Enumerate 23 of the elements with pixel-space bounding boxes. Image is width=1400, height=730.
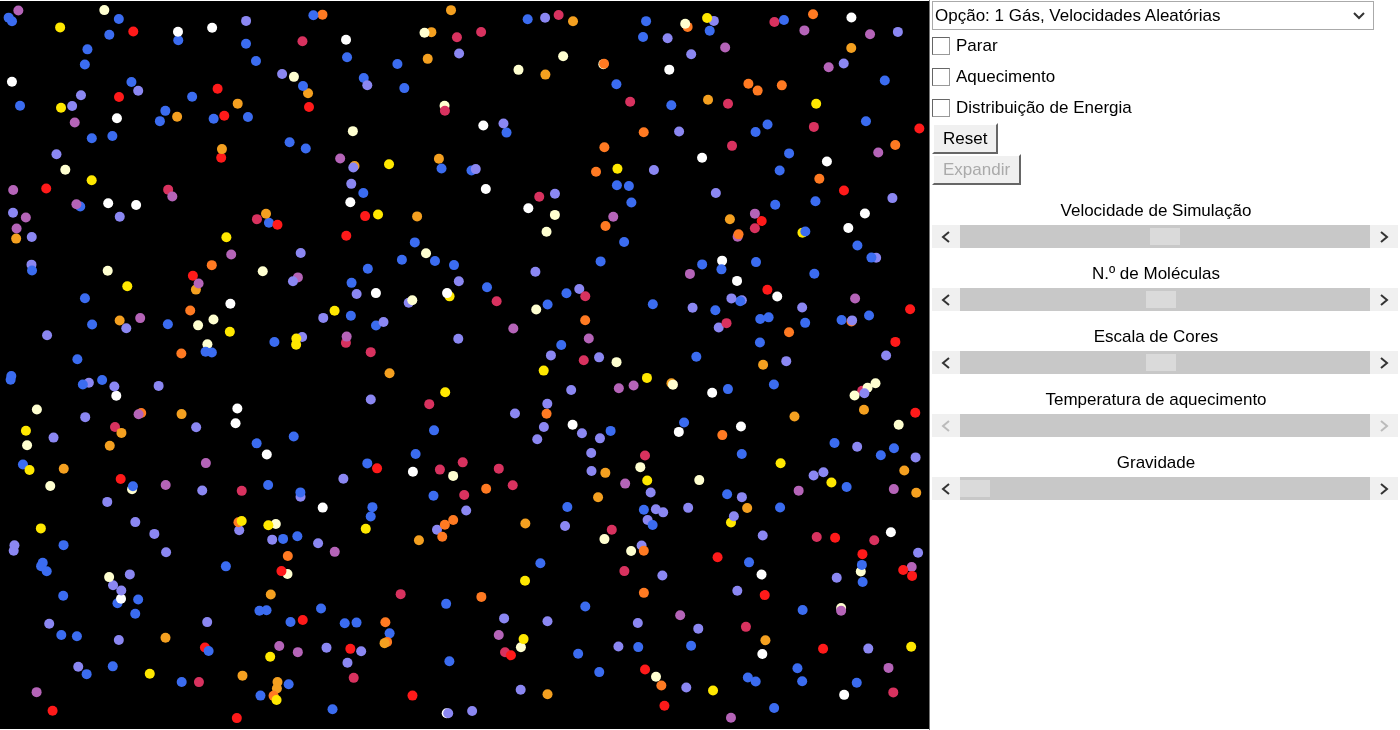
chevron-right-icon[interactable] (1379, 293, 1389, 306)
chevron-left-icon[interactable] (941, 293, 951, 306)
chevron-left-icon[interactable] (941, 230, 951, 243)
chevron-right-icon[interactable] (1379, 482, 1389, 495)
checkbox-label[interactable]: Distribuição de Energia (956, 97, 1132, 118)
slider-label: Velocidade de Simulação (1059, 200, 1253, 222)
reset-button[interactable]: Reset (932, 123, 999, 154)
checkbox-label[interactable]: Parar (956, 35, 998, 56)
slider-thumb[interactable] (960, 480, 990, 497)
slider-label: N.º de Moléculas (1090, 263, 1222, 285)
chevron-left-icon[interactable] (941, 356, 951, 369)
checkbox[interactable] (932, 98, 950, 117)
slider-label: Temperatura de aquecimento (1044, 389, 1268, 411)
checkbox[interactable] (932, 67, 950, 86)
chevron-right-icon[interactable] (1379, 356, 1389, 369)
chevron-down-icon (1353, 11, 1365, 20)
slider-label: Escala de Cores (1092, 326, 1220, 348)
option-dropdown[interactable]: Opção: 1 Gás, Velocidades Aleatórias (932, 1, 1374, 30)
checkbox-label[interactable]: Aquecimento (956, 66, 1056, 87)
slider-label: Gravidade (1115, 452, 1197, 474)
chevron-left-icon[interactable] (941, 482, 951, 495)
checkbox[interactable] (932, 36, 950, 55)
chevron-right-icon[interactable] (1379, 230, 1389, 243)
